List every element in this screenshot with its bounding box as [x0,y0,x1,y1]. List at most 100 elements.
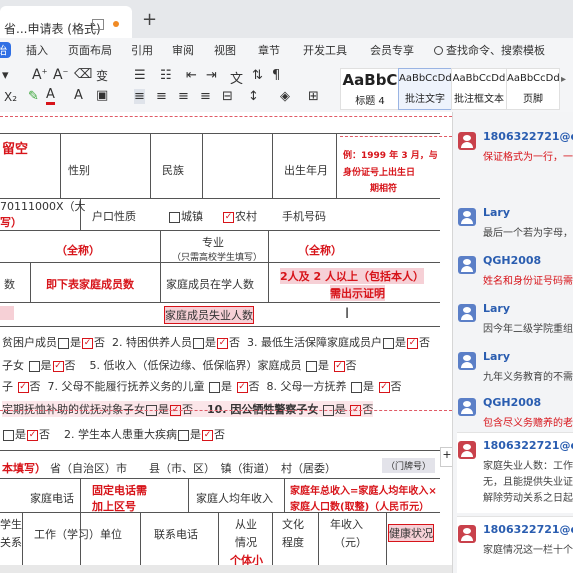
avatar [458,256,476,274]
style-name: 批注文字 [405,94,445,105]
table-line [284,478,285,512]
name-placeholder: 留空 [2,142,29,157]
avatar [458,352,476,370]
align-left-icon[interactable]: ≡ [134,89,145,104]
show-marks-icon[interactable]: ¶ [272,68,280,83]
table-line [30,262,31,302]
comment-card[interactable]: Lary 因今年二级学院重组 [453,298,573,338]
font-size-dropdown-icon[interactable]: ▾ [2,68,9,83]
style-name: 页脚 [523,94,543,105]
comment-card[interactable]: Lary 最后一个若为字母， [453,202,573,242]
table-line [140,512,141,573]
income-formula-2: 家庭人口数(取整)（人民币元） [290,502,430,513]
shading-icon[interactable]: ◈ [280,89,290,104]
menu-review[interactable]: 审阅 [172,42,194,58]
distribute-icon[interactable]: ⊟ [222,89,233,104]
avatar [458,525,476,543]
subscript-icon[interactable]: X₂ [4,90,17,104]
comment-card[interactable]: QGH2008 包含尽义务赡养的老 [453,392,573,432]
comment-text: 家庭失业人数：工作 [483,461,573,472]
style-heading4[interactable]: AaBbC 标题 4 [340,68,400,110]
hukou-village-option[interactable]: ✓ 农村 [222,208,257,224]
style-sample: AaBbC [342,71,398,89]
search-box[interactable]: 查找命令、搜索模板 [434,42,545,58]
unemployed-label: 家庭成员失业人数 [164,306,254,324]
comment-card[interactable]: Lary 九年义务教育的不需 [453,346,573,386]
comment-text: 包含尽义务赡养的老 [483,418,573,429]
line-spacing-icon[interactable]: ↕ [248,89,259,104]
need-proof-note: 需出示证明 [330,285,385,301]
comment-card[interactable]: 1806322721@qq. 保证格式为一行，一行 [453,126,573,166]
birth-label: 出生年月 [284,164,328,177]
style-name: 标题 4 [355,96,385,107]
col-work-unit: 工作（学习）单位 [34,528,122,541]
style-balloon-text[interactable]: AaBbCcDd 批注框文本 [451,68,507,110]
align-center-icon[interactable]: ≡ [156,89,167,104]
highlight-icon[interactable]: ✎ [28,89,39,104]
menu-page-layout[interactable]: 页面布局 [68,42,112,58]
new-tab-button[interactable]: + [142,9,157,30]
menu-chapter[interactable]: 章节 [258,42,280,58]
col-student: 学生 [0,518,22,531]
comment-card-active[interactable]: 1806322721@qq. 家庭失业人数：工作 无，且能提供失业证 解除劳动关… [457,432,573,513]
comment-card[interactable]: QGH2008 姓名和身份证号码需 [453,250,573,290]
condition-row-1: 贫困户成员是 ✓ 否 2. 特困供养人员是 ✓ 否 3. 最低生活保障家庭成员户是 ✓ 否 [2,336,430,349]
comment-author: Lary [483,206,511,219]
table-line [160,230,161,302]
tab-document[interactable]: 省...申请表 (格式) [0,6,132,38]
sort-icon[interactable]: ⇅ [252,68,263,83]
status-bar [0,565,452,573]
chinese-layout-icon[interactable]: 文 [230,68,243,87]
ethnicity-label: 民族 [162,164,184,177]
menu-member[interactable]: 会员专享 [370,42,414,58]
comment-author: 1806322721@qq. [483,523,573,536]
phonetic-icon[interactable]: 变 [96,67,108,84]
table-line [268,230,269,302]
menu-home[interactable]: 始 [0,42,11,58]
income-formula: 家庭年总收入=家庭人均年收入× [290,486,437,497]
house-number-label: （门牌号） [382,458,436,473]
tab-document-title: 省...申请表 (格式) [4,22,101,36]
char-shading-icon[interactable]: A [74,88,83,103]
table-line [188,478,189,512]
table-line [0,450,440,451]
comment-card[interactable]: 1806322721@qq. 家庭情况这一栏十个 [457,516,573,573]
window-icon[interactable] [92,19,104,30]
style-sample: AaBbCcDd [452,73,506,84]
borders-icon[interactable]: ⊞ [308,89,319,104]
checkbox-icon [169,211,180,223]
shrink-font-icon[interactable]: A− [53,67,68,83]
menu-insert[interactable]: 插入 [26,42,48,58]
style-footer[interactable]: AaBbCcDd 页脚 [506,68,560,110]
bullet-list-icon[interactable]: ☰ [134,68,146,83]
expand-comments-button[interactable]: + [440,447,452,467]
char-border-icon[interactable]: ▣ [96,88,108,103]
style-comment-text[interactable]: AaBbCcDd 批注文字 [398,68,452,110]
hukou-town-option[interactable]: 城镇 [168,208,203,224]
decrease-indent-icon[interactable]: ⇤ [186,68,197,83]
comment-author: Lary [483,350,511,363]
menu-references[interactable]: 引用 [131,42,153,58]
styles-scroll-icon[interactable]: ▸ [561,74,566,85]
menu-view[interactable]: 视图 [214,42,236,58]
hukou-label: 户口性质 [92,210,136,223]
justify-icon[interactable]: ≡ [200,89,211,104]
numbered-list-icon[interactable]: ☷ [160,68,172,83]
avatar [458,304,476,322]
address-label: 省（自治区）市 县（市、区） 镇（街道） 村（居委） [50,462,336,475]
document-page[interactable]: 留空 性别 民族 出生年月 例：1999 年 3 月，与 身份证号上出生日 期相… [0,112,452,573]
toolbar: ▾ A+ A− ⌫ 变 X₂ ✎ A A ▣ ☰ ☷ ⇤ ⇥ 文 ⇅ ¶ ≡ ≡… [0,62,573,113]
table-line [386,512,387,573]
clear-format-icon[interactable]: ⌫ [74,67,92,82]
increase-indent-icon[interactable]: ⇥ [206,68,217,83]
align-right-icon[interactable]: ≡ [178,89,189,104]
text-cursor-icon: I [345,306,350,322]
menu-developer[interactable]: 开发工具 [303,42,347,58]
grow-font-icon[interactable]: A+ [32,67,47,83]
family-count-note: 即下表家庭成员数 [46,278,134,291]
comment-text: 九年义务教育的不需 [483,372,573,383]
table-line [150,133,151,198]
avatar [458,398,476,416]
font-color-icon[interactable]: A [46,88,55,105]
col-education-2: 程度 [282,536,304,549]
